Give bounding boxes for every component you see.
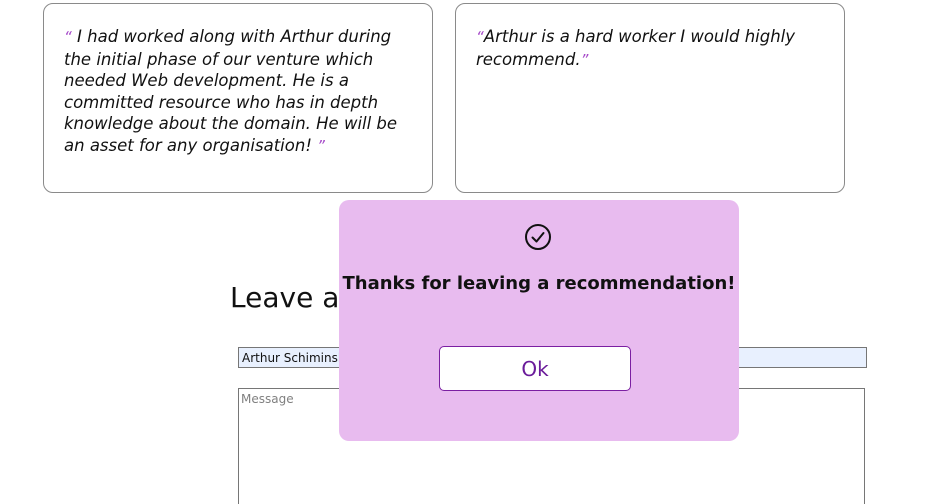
recommendation-card: “ I had worked along with Arthur during … — [43, 3, 433, 193]
open-quote-mark: “ — [476, 28, 484, 46]
confirmation-dialog: Thanks for leaving a recommendation! Ok — [339, 200, 739, 441]
close-quote-mark: ” — [317, 136, 325, 155]
recommendation-card: “Arthur is a hard worker I would highly … — [455, 3, 845, 193]
recommendation-text: I had worked along with Arthur during th… — [64, 27, 398, 155]
check-circle-icon — [525, 224, 551, 250]
page: “ I had worked along with Arthur during … — [0, 0, 939, 504]
open-quote-mark: “ — [64, 28, 72, 46]
recommendation-quote: “ I had worked along with Arthur during … — [64, 26, 409, 157]
close-quote-mark: ” — [580, 50, 589, 69]
ok-button[interactable]: Ok — [439, 346, 631, 391]
dialog-message: Thanks for leaving a recommendation! — [342, 273, 736, 294]
recommendation-text: Arthur is a hard worker I would highly r… — [476, 27, 796, 69]
recommendation-quote: “Arthur is a hard worker I would highly … — [476, 26, 821, 71]
